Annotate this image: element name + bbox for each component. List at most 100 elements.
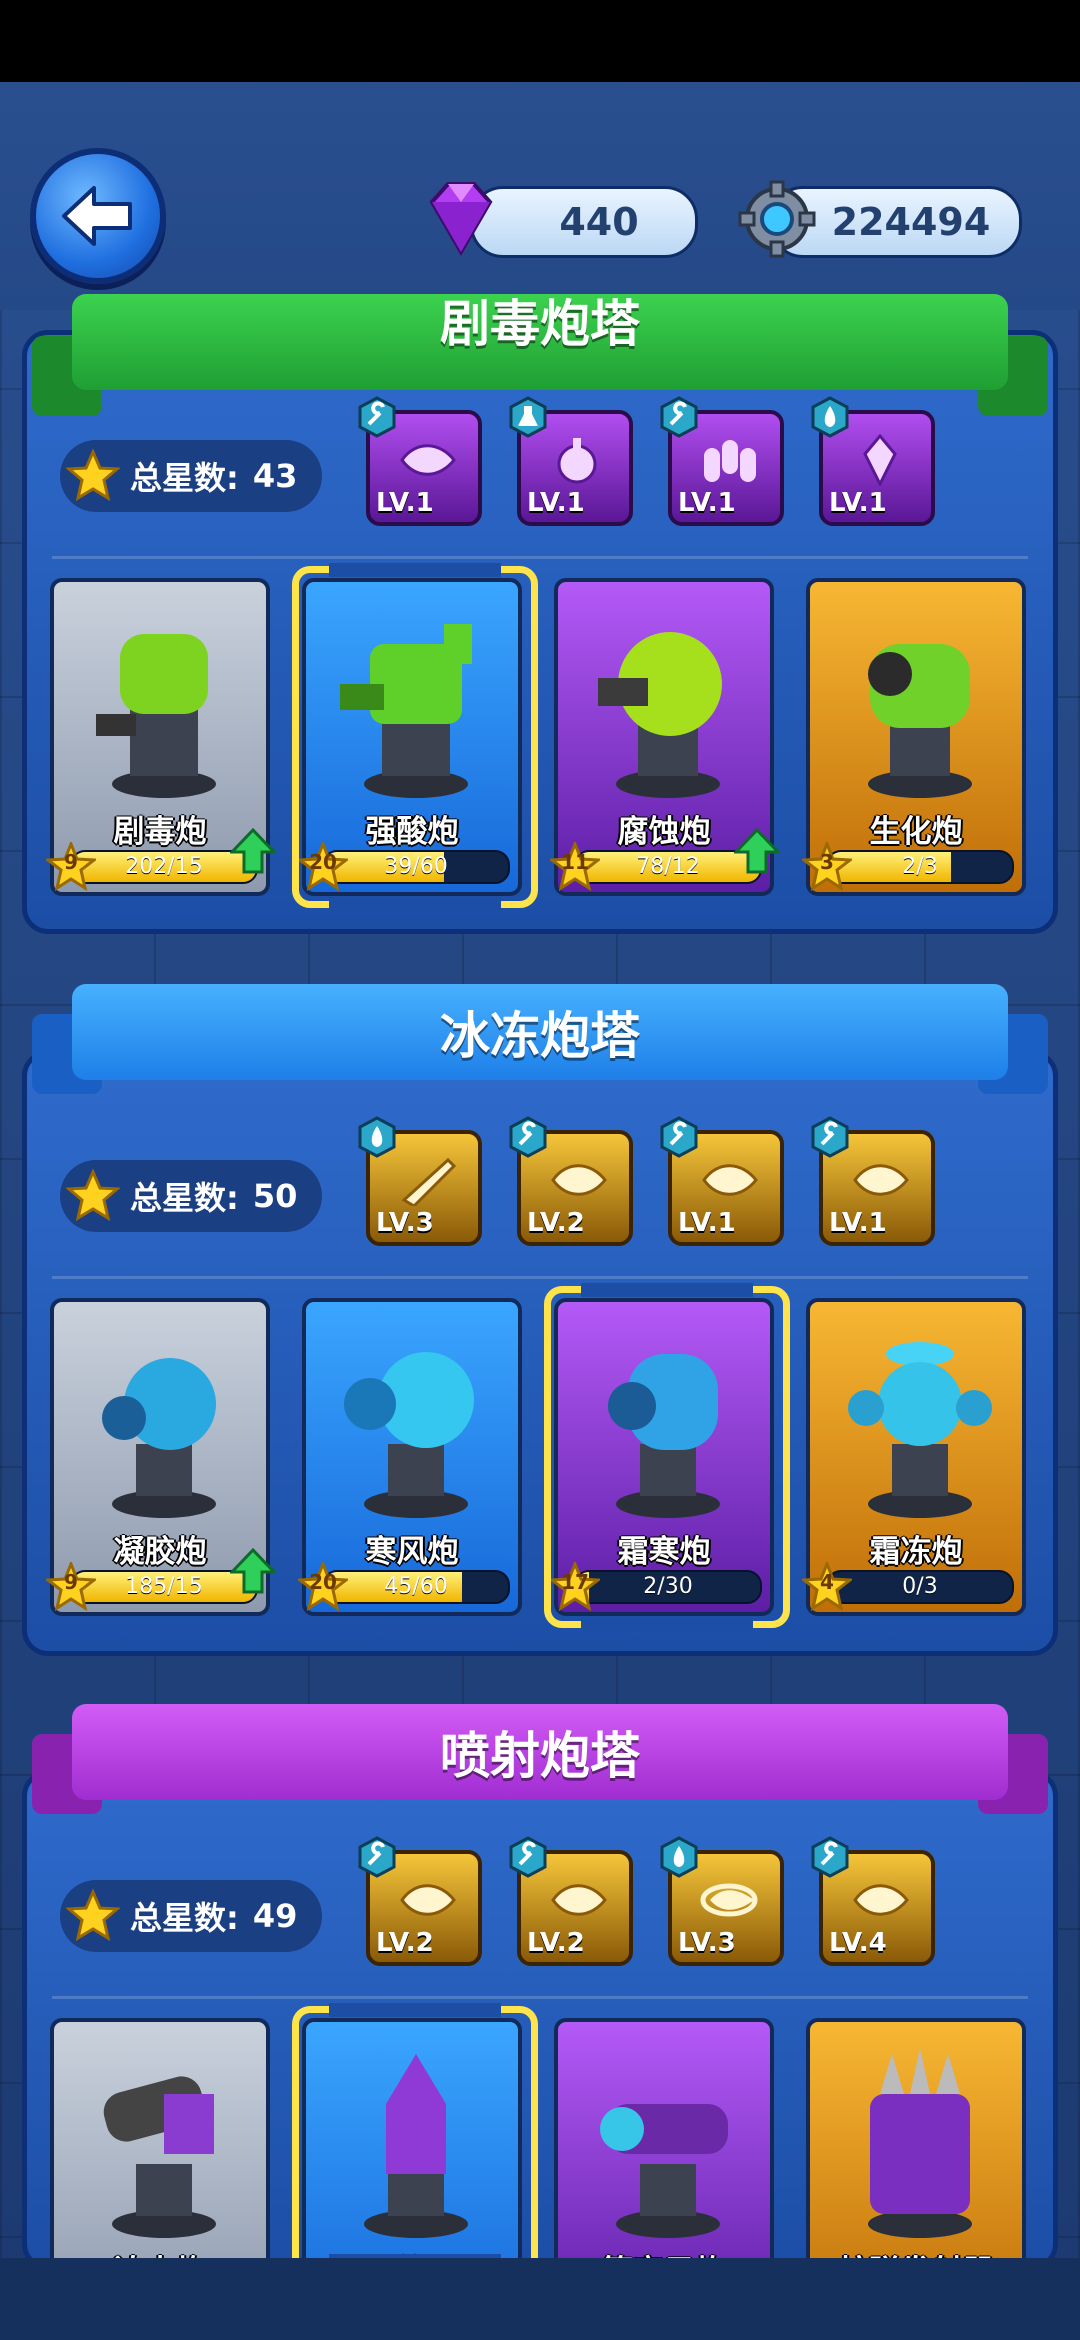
skill-level: LV.1 [527,488,585,518]
skill-slot-4[interactable]: LV.1 [811,1116,935,1246]
skill-level: LV.2 [527,1928,585,1958]
skill-slot-4[interactable]: LV.1 [811,396,935,526]
bullet-icon [551,1884,607,1916]
progress-text: 185/15 [125,1574,203,1599]
tower-stars: 11 [561,850,589,874]
tower-stars: 20 [309,1570,337,1594]
skill-slot-4[interactable]: LV.4 [811,1836,935,1966]
skill-level: LV.3 [678,1928,736,1958]
drop-icon [358,1116,396,1158]
star-icon [66,449,120,502]
tower-stars: 3 [820,850,834,874]
tower-card-3[interactable]: 腐蚀炮 78/12 11 [550,578,780,896]
spin-bullet-icon [700,1883,758,1917]
turret-image [598,632,722,798]
bullet-icon [400,1884,456,1916]
skill-slot-1[interactable]: LV.1 [358,396,482,526]
skill-level: LV.2 [376,1928,434,1958]
star-total: 总星数: 49 [60,1880,322,1952]
progress-text: 78/12 [636,854,700,879]
skill-slot-1[interactable]: LV.2 [358,1836,482,1966]
progress-text: 202/15 [125,854,203,879]
progress-bar: 45/60 [322,1570,510,1604]
skill-slot-2[interactable]: LV.2 [509,1836,633,1966]
upgrade-arrow-icon [230,828,276,874]
back-arrow-icon [62,186,132,246]
skill-slot-1[interactable]: LV.3 [358,1116,482,1246]
skill-level: LV.1 [829,488,887,518]
skill-level: LV.1 [678,488,736,518]
turret-image [868,644,972,798]
status-bar [0,0,1080,82]
star-total: 总星数: 43 [60,440,322,512]
turret-image [102,1358,216,1518]
skill-slot-3[interactable]: LV.1 [660,396,784,526]
skill-level: LV.2 [527,1208,585,1238]
shells-icon [704,440,756,482]
wrench-icon [509,1116,547,1158]
section-poison-banner: 剧毒炮塔 [32,294,1048,416]
wrench-icon [660,1116,698,1158]
skill-level: LV.1 [829,1208,887,1238]
wrench-icon [358,1836,396,1878]
bullet-icon [702,1164,758,1196]
skill-level: LV.3 [376,1208,434,1238]
divider [52,1996,1028,1999]
star-total-value: 43 [252,457,298,495]
skill-level: LV.4 [829,1928,887,1958]
tower-card-1[interactable]: 凝胶炮 185/15 9 [46,1298,276,1616]
divider [52,1276,1028,1279]
star-total-label: 总星数: [130,459,239,497]
divider [52,556,1028,559]
star-total: 总星数: 50 [60,1160,322,1232]
gear-count: 224494 [831,200,991,244]
star-total-label: 总星数: [130,1179,239,1217]
selection-frame [292,2003,538,2268]
wrench-icon [811,1836,849,1878]
skill-slot-3[interactable]: LV.3 [660,1836,784,1966]
star-total-label: 总星数: [130,1899,239,1937]
star-total-value: 49 [252,1897,298,1935]
tower-stars: 4 [820,1570,834,1594]
bullet-icon [400,444,456,476]
tower-stars: 9 [64,850,78,874]
tower-card-4[interactable]: 霜冻炮 0/3 4 [802,1298,1026,1616]
skill-level: LV.1 [376,488,434,518]
bomb-icon [557,438,597,484]
turret-image [103,2076,216,2238]
bottom-bar [0,2258,1080,2340]
drop-icon [660,1836,698,1878]
section-title: 喷射炮塔 [440,1727,640,1785]
turret-image [96,634,216,798]
bullet-icon [551,1164,607,1196]
gear-icon [738,180,816,258]
skill-slot-2[interactable]: LV.1 [509,396,633,526]
gem-icon [429,182,493,256]
gem-count: 440 [559,200,639,244]
gem-counter: 440 [470,186,698,258]
tower-card-2[interactable]: 寒风炮 45/60 20 [298,1298,522,1616]
turret-image [344,1352,474,1518]
skill-slot-2[interactable]: LV.2 [509,1116,633,1246]
rocket-icon [401,1157,457,1206]
tower-card-1[interactable]: 剧毒炮 202/15 9 [46,578,276,896]
star-icon [66,1169,120,1222]
wrench-icon [509,1836,547,1878]
tower-card-4[interactable]: 生化炮 2/3 3 [802,578,1026,896]
turret-image [868,2048,972,2238]
bullet-icon [853,1164,909,1196]
skill-level: LV.1 [678,1208,736,1238]
selection-frame [292,563,538,911]
selection-frame [544,1283,790,1631]
wrench-icon [811,1116,849,1158]
progress-text: 0/3 [902,1574,938,1599]
turret-image [848,1342,992,1518]
section-title: 剧毒炮塔 [440,295,640,353]
back-button[interactable] [30,148,166,284]
tower-stars: 9 [64,1570,78,1594]
progress-text: 2/3 [902,854,938,879]
turret-image [600,2104,728,2238]
progress-bar: 2/3 [826,850,1014,884]
section-ice-banner: 冰冻炮塔 [32,984,1048,1094]
skill-slot-3[interactable]: LV.1 [660,1116,784,1246]
